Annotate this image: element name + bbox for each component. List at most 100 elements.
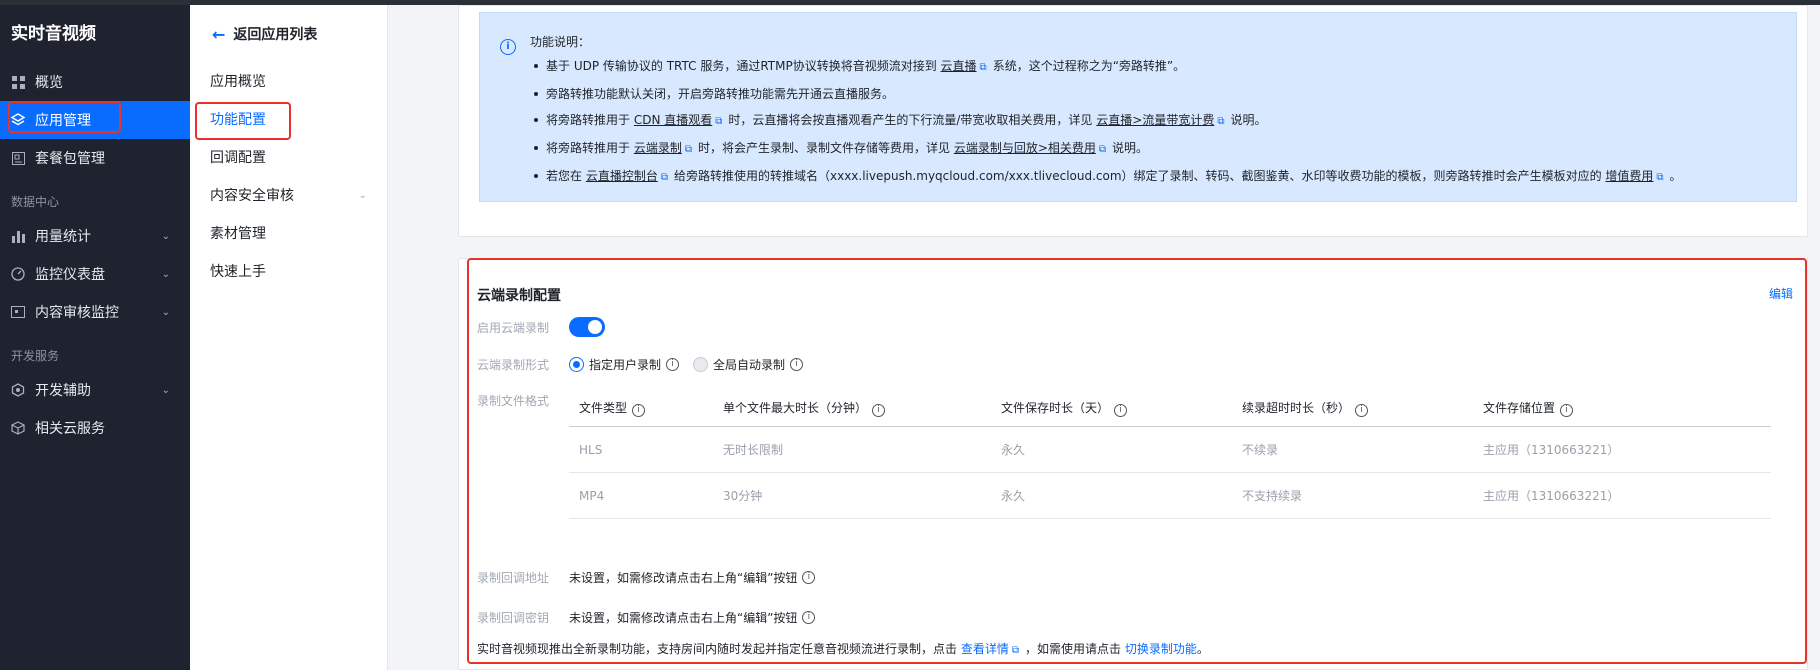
sidebar-item-monitor-dashboard[interactable]: 监控仪表盘 ⌄ — [0, 255, 190, 293]
notice-text: 时，云直播将会按直播观看产生的下行流量/带宽收取相关费用，详见 — [728, 113, 1097, 127]
edit-button[interactable]: 编辑 — [1769, 285, 1793, 302]
notice-text: 时，将会产生录制、录制文件存储等费用，详见 — [697, 141, 954, 155]
file-format-label: 录制文件格式 — [477, 394, 550, 408]
help-icon[interactable]: i — [1560, 403, 1574, 417]
table-cell: 永久 — [1001, 489, 1026, 503]
sidebar-item-content-audit-monitor[interactable]: 内容审核监控 ⌄ — [0, 293, 190, 331]
external-link-icon: ⧉ — [1217, 116, 1225, 127]
table-header-cell: 文件类型 i — [569, 399, 713, 417]
subnav-item-content-security[interactable]: 内容安全审核 ⌄ — [190, 177, 387, 215]
notice-item: 基于 UDP 传输协议的 TRTC 服务，通过RTMP协议转换将音视频流对接到 … — [534, 53, 1796, 81]
traffic-billing-link[interactable]: 云直播>流量带宽计费 — [1096, 113, 1214, 127]
sidebar: 实时音视频 概览 应用管理 套餐包管理 数据中心 用量统计 ⌄ 监控仪表盘 ⌄ … — [0, 5, 190, 670]
table-header-cell: 续录超时时长（秒） i — [1232, 399, 1473, 417]
enable-recording-label: 启用云端录制 — [477, 320, 550, 335]
sidebar-item-label: 用量统计 — [35, 229, 91, 245]
table-header-cell: 文件保存时长（天） i — [991, 399, 1232, 417]
table-cell: HLS — [579, 442, 603, 457]
notice-text: 。 — [1669, 169, 1682, 183]
view-details-link[interactable]: 查看详情 — [961, 642, 1009, 656]
value-added-fees-link[interactable]: 增值费用 — [1605, 169, 1653, 183]
notice-text: 基于 UDP 传输协议的 TRTC 服务，通过RTMP协议转换将音视频流对接到 — [546, 59, 941, 73]
external-link-icon: ⧉ — [684, 144, 692, 155]
radio-label: 指定用户录制 — [589, 358, 662, 372]
sidebar-item-dev-assist[interactable]: 开发辅助 ⌄ — [0, 371, 190, 409]
sidebar-item-usage-stats[interactable]: 用量统计 ⌄ — [0, 217, 190, 255]
sidebar-group-dev-services: 开发服务 — [11, 349, 60, 363]
help-icon[interactable]: i — [632, 403, 646, 417]
chevron-down-icon: ⌄ — [358, 190, 367, 201]
notice-item: 旁路转推功能默认关闭，开启旁路转推功能需先开通云直播服务。 — [534, 81, 1796, 107]
radio-global-auto[interactable]: 全局自动录制 i — [693, 356, 804, 373]
back-to-app-list-button[interactable]: ← 返回应用列表 — [190, 5, 387, 63]
gauge-icon — [11, 267, 25, 281]
radio-specified-user[interactable]: 指定用户录制 i — [569, 356, 680, 373]
callback-key-value: 未设置，如需修改请点击右上角“编辑”按钮 — [569, 611, 798, 625]
recording-fees-link[interactable]: 云端录制与回放>相关费用 — [954, 141, 1096, 155]
cloud-recording-config-card: 云端录制配置 编辑 启用云端录制 云端录制形式 指定用户录制 i 全局自动录制 … — [458, 258, 1808, 670]
sidebar-item-related-cloud[interactable]: 相关云服务 — [0, 409, 190, 447]
radio-dot — [569, 357, 584, 372]
table-cell: MP4 — [579, 488, 605, 503]
sidebar-item-app-management[interactable]: 应用管理 — [0, 101, 190, 139]
notice-text: 说明。 — [1112, 141, 1149, 155]
external-link-icon: ⧉ — [1656, 172, 1664, 183]
switch-recording-link[interactable]: 切换录制功能 — [1125, 642, 1197, 656]
callback-url-value: 未设置，如需修改请点击右上角“编辑”按钮 — [569, 571, 798, 585]
help-icon[interactable]: i — [666, 358, 680, 371]
sidebar-item-overview[interactable]: 概览 — [0, 63, 190, 101]
main-content: i 功能说明： 基于 UDP 传输协议的 TRTC 服务，通过RTMP协议转换将… — [388, 5, 1820, 670]
help-icon[interactable]: i — [802, 611, 816, 624]
table-cell: 主应用（1310663221） — [1483, 443, 1620, 457]
table-header-cell: 文件存储位置 i — [1473, 399, 1771, 417]
notice-text: 给旁路转推使用的转推域名（xxxx.livepush.myqcloud.com/… — [673, 169, 1606, 183]
notice-text: 系统，这个过程称之为“旁路转推”。 — [992, 59, 1186, 73]
file-format-row: 录制文件格式 — [477, 392, 569, 409]
notice-text: 若您在 — [546, 169, 586, 183]
recording-mode-row: 云端录制形式 指定用户录制 i 全局自动录制 i — [477, 356, 817, 373]
subnav-item-callback-config[interactable]: 回调配置 — [190, 139, 387, 177]
external-link-icon: ⧉ — [1098, 144, 1107, 155]
external-link-icon: ⧉ — [715, 116, 723, 127]
new-recording-notice: 实时音视频现推出全新录制功能，支持房间内随时发起并指定任意音视频流进行录制，点击… — [477, 640, 1209, 657]
help-icon[interactable]: i — [802, 571, 816, 584]
column-label: 文件存储位置 — [1483, 400, 1556, 415]
callback-url-row: 录制回调地址 未设置，如需修改请点击右上角“编辑”按钮 i — [477, 569, 816, 586]
chevron-down-icon: ⌄ — [161, 230, 170, 242]
table-cell: 不支持续录 — [1242, 489, 1303, 503]
help-icon[interactable]: i — [790, 358, 804, 371]
sidebar-item-package-management[interactable]: 套餐包管理 — [0, 139, 190, 177]
column-label: 单个文件最大时长（分钟） — [723, 400, 868, 415]
external-link-icon: ⧉ — [979, 62, 987, 73]
external-link-icon: ⧉ — [1011, 645, 1019, 656]
live-console-link[interactable]: 云直播控制台 — [586, 169, 658, 183]
subnav-item-material-management[interactable]: 素材管理 — [190, 215, 387, 253]
help-icon[interactable]: i — [1114, 403, 1128, 417]
help-icon[interactable]: i — [872, 403, 886, 417]
column-label: 续录超时时长（秒） — [1242, 400, 1351, 415]
back-label: 返回应用列表 — [233, 27, 318, 43]
bypass-info-card: i 功能说明： 基于 UDP 传输协议的 TRTC 服务，通过RTMP协议转换将… — [458, 5, 1808, 237]
help-icon[interactable]: i — [1355, 403, 1369, 417]
cloud-recording-link[interactable]: 云端录制 — [634, 141, 682, 155]
callback-url-label: 录制回调地址 — [477, 571, 550, 585]
chevron-down-icon: ⌄ — [161, 384, 170, 396]
chevron-down-icon: ⌄ — [161, 268, 170, 280]
notice-text: 。 — [1196, 642, 1209, 656]
column-label: 文件保存时长（天） — [1001, 400, 1110, 415]
radio-dot — [693, 357, 709, 372]
product-title: 实时音视频 — [11, 24, 96, 44]
callback-key-row: 录制回调密钥 未设置，如需修改请点击右上角“编辑”按钮 i — [477, 609, 816, 626]
subnav-item-app-overview[interactable]: 应用概览 — [190, 63, 387, 101]
sidebar-item-label: 开发辅助 — [35, 383, 91, 399]
notice-list: 基于 UDP 传输协议的 TRTC 服务，通过RTMP协议转换将音视频流对接到 … — [534, 53, 1796, 191]
sidebar-item-label: 套餐包管理 — [35, 151, 105, 167]
subnav-item-feature-config[interactable]: 功能配置 — [190, 101, 387, 139]
cdn-live-link[interactable]: CDN 直播观看 — [634, 113, 712, 127]
subnav-item-quick-start[interactable]: 快速上手 — [190, 253, 387, 291]
enable-recording-toggle[interactable] — [569, 317, 605, 337]
notice-item: 将旁路转推用于 云端录制 ⧉ 时，将会产生录制、录制文件存储等费用，详见 云端录制与… — [534, 135, 1796, 163]
table-cell: 主应用（1310663221） — [1483, 489, 1620, 503]
cloud-live-link[interactable]: 云直播 — [941, 59, 977, 73]
radio-label: 全局自动录制 — [713, 358, 786, 372]
